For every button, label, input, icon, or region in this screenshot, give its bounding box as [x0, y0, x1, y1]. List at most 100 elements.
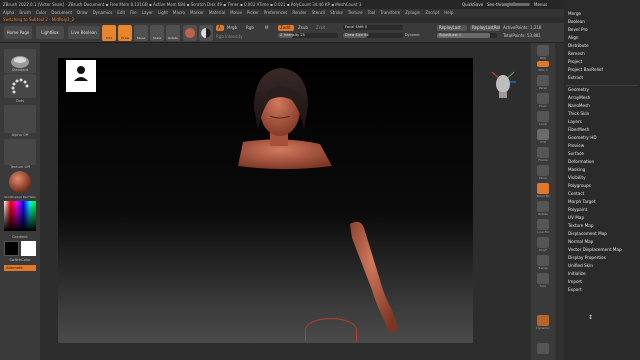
palette-item[interactable]: Displacement Map — [568, 231, 607, 236]
menu-layer[interactable]: Layer — [142, 10, 153, 15]
menu-file[interactable]: File — [130, 10, 137, 15]
material-selector[interactable] — [4, 170, 36, 195]
palette-item[interactable]: NanoMesh — [568, 103, 590, 108]
bpr-button[interactable] — [537, 45, 549, 56]
palette-item[interactable]: Vector Displacement Map — [568, 247, 622, 252]
move-view-button[interactable] — [537, 165, 549, 176]
menu-stroke[interactable]: Stroke — [330, 10, 343, 15]
solo-button[interactable] — [537, 273, 549, 284]
palette-item[interactable]: Polypaint — [568, 207, 587, 212]
palette-top-item[interactable]: Project — [568, 59, 582, 64]
palette-item[interactable]: Thick Skin — [568, 111, 589, 116]
palette-item[interactable]: FiberMesh — [568, 127, 589, 132]
menu-dynamics[interactable]: Dynamics — [93, 10, 113, 15]
adjust-last-slider[interactable]: AdjustLast 1 — [437, 33, 497, 38]
palette-top-item[interactable]: Extract — [568, 75, 583, 80]
menu-preferences[interactable]: Preferences — [264, 10, 288, 15]
palette-item[interactable]: Import — [568, 279, 582, 284]
live-boolean-button[interactable]: Live Boolean — [68, 26, 100, 39]
palette-item[interactable]: Contact — [568, 191, 584, 196]
alternate-button[interactable]: Alternate — [4, 265, 36, 271]
palette-item[interactable]: Layers — [568, 119, 582, 124]
menu-help[interactable]: Help — [444, 10, 453, 15]
switch-color-button[interactable]: SwitchColor — [4, 258, 36, 262]
palette-item[interactable]: ArrayMesh — [568, 95, 590, 100]
alpha-selector[interactable] — [4, 105, 36, 133]
orientation-gizmo[interactable] — [486, 62, 520, 102]
spix-slider[interactable] — [537, 61, 549, 67]
dynamic-toggle[interactable]: Dynamic — [405, 33, 420, 37]
palette-top-item[interactable]: Bevel Pro — [568, 27, 588, 32]
palette-item[interactable]: Geometry HD — [568, 135, 597, 140]
dynamic-button[interactable] — [537, 315, 549, 326]
stroke-selector[interactable] — [4, 74, 36, 98]
persp-button[interactable] — [537, 75, 549, 86]
palette-item[interactable]: Morph Target — [568, 199, 596, 204]
document-canvas[interactable] — [58, 58, 473, 343]
palette-item[interactable]: Deformation — [568, 159, 594, 164]
palette-item[interactable]: Surface — [568, 151, 584, 156]
floor-button[interactable] — [537, 93, 549, 104]
color-picker[interactable] — [4, 201, 36, 231]
palette-top-item[interactable]: Align — [568, 35, 579, 40]
palette-item[interactable]: Geometry — [568, 87, 589, 92]
palette-top-item[interactable]: Distribute — [568, 43, 589, 48]
palette-top-item[interactable]: Boolean — [568, 19, 585, 24]
replay-last-rel-button[interactable]: ReplayLastRel — [470, 25, 500, 31]
menu-edit[interactable]: Edit — [117, 10, 125, 15]
palette-item[interactable]: Visibility — [568, 175, 586, 180]
transp-button[interactable] — [537, 255, 549, 266]
palette-top-item[interactable]: Remesh — [568, 51, 585, 56]
menu-movie[interactable]: Movie — [230, 10, 242, 15]
menu-transform[interactable]: Transform — [380, 10, 400, 15]
menu-brush[interactable]: Brush — [19, 10, 31, 15]
rotate-button[interactable]: Rotate — [166, 25, 180, 41]
menu-render[interactable]: Render — [292, 10, 306, 15]
see-through-slider[interactable] — [504, 3, 530, 6]
color-swatch[interactable] — [199, 25, 213, 41]
menu-tool[interactable]: Tool — [368, 10, 376, 15]
palette-item[interactable]: Masking — [568, 167, 585, 172]
palette-item[interactable]: Initialize — [568, 271, 586, 276]
draw-button[interactable]: Draw — [118, 25, 132, 41]
a-toggle[interactable]: A — [216, 25, 224, 31]
texture-selector[interactable] — [4, 139, 36, 165]
menu-material[interactable]: Material — [209, 10, 225, 15]
menu-marker[interactable]: Marker — [190, 10, 204, 15]
local-button[interactable] — [537, 111, 549, 122]
palette-item[interactable]: Preview — [568, 143, 584, 148]
polyf-button[interactable] — [537, 237, 549, 248]
line-fill-button[interactable] — [537, 219, 549, 230]
menu-light[interactable]: Light — [158, 10, 168, 15]
menu-texture[interactable]: Texture — [348, 10, 363, 15]
menu-picker[interactable]: Picker — [247, 10, 259, 15]
focal-shift-slider[interactable]: Focal Shift 0 — [343, 25, 403, 30]
palette-top-item[interactable]: Project BasRelief — [568, 67, 603, 72]
menus-button[interactable]: Menus — [534, 0, 547, 9]
menu-alpha[interactable]: Alpha — [3, 10, 14, 15]
rgb-toggle[interactable]: Rgb — [246, 25, 254, 30]
zcut-toggle[interactable]: Zcut — [316, 25, 325, 30]
palette-top-item[interactable]: Merge — [568, 11, 581, 16]
move-button[interactable]: Move — [134, 25, 148, 41]
menu-draw[interactable]: Draw — [77, 10, 87, 15]
home-page-button[interactable]: Home Page — [4, 26, 32, 39]
mrgb-toggle[interactable]: Mrgb — [227, 25, 237, 30]
xyz-button[interactable] — [537, 129, 549, 140]
material-swatch[interactable] — [183, 25, 197, 41]
quicksave-button[interactable]: QuickSave — [462, 0, 483, 9]
palette-item[interactable]: Normal Map — [568, 239, 593, 244]
primary-color-swatch[interactable] — [4, 241, 19, 256]
menu-zscript[interactable]: Zscript — [425, 10, 439, 15]
palette-item[interactable]: Export — [568, 287, 582, 292]
zsub-toggle[interactable]: Zsub — [298, 25, 308, 30]
z-intensity-slider[interactable]: Z Intensity 25 — [278, 33, 338, 38]
menu-stencil[interactable]: Stencil — [312, 10, 326, 15]
edit-button[interactable]: Edit — [102, 25, 116, 41]
palette-item[interactable]: Polygroups — [568, 183, 591, 188]
palette-item[interactable]: UV Map — [568, 215, 584, 220]
scale-button[interactable]: Scale — [150, 25, 164, 41]
lightbox-button[interactable]: LightBox — [36, 26, 64, 39]
replay-last-button[interactable]: ReplayLast — [437, 25, 467, 31]
palette-item[interactable]: Unified Skin — [568, 263, 593, 268]
